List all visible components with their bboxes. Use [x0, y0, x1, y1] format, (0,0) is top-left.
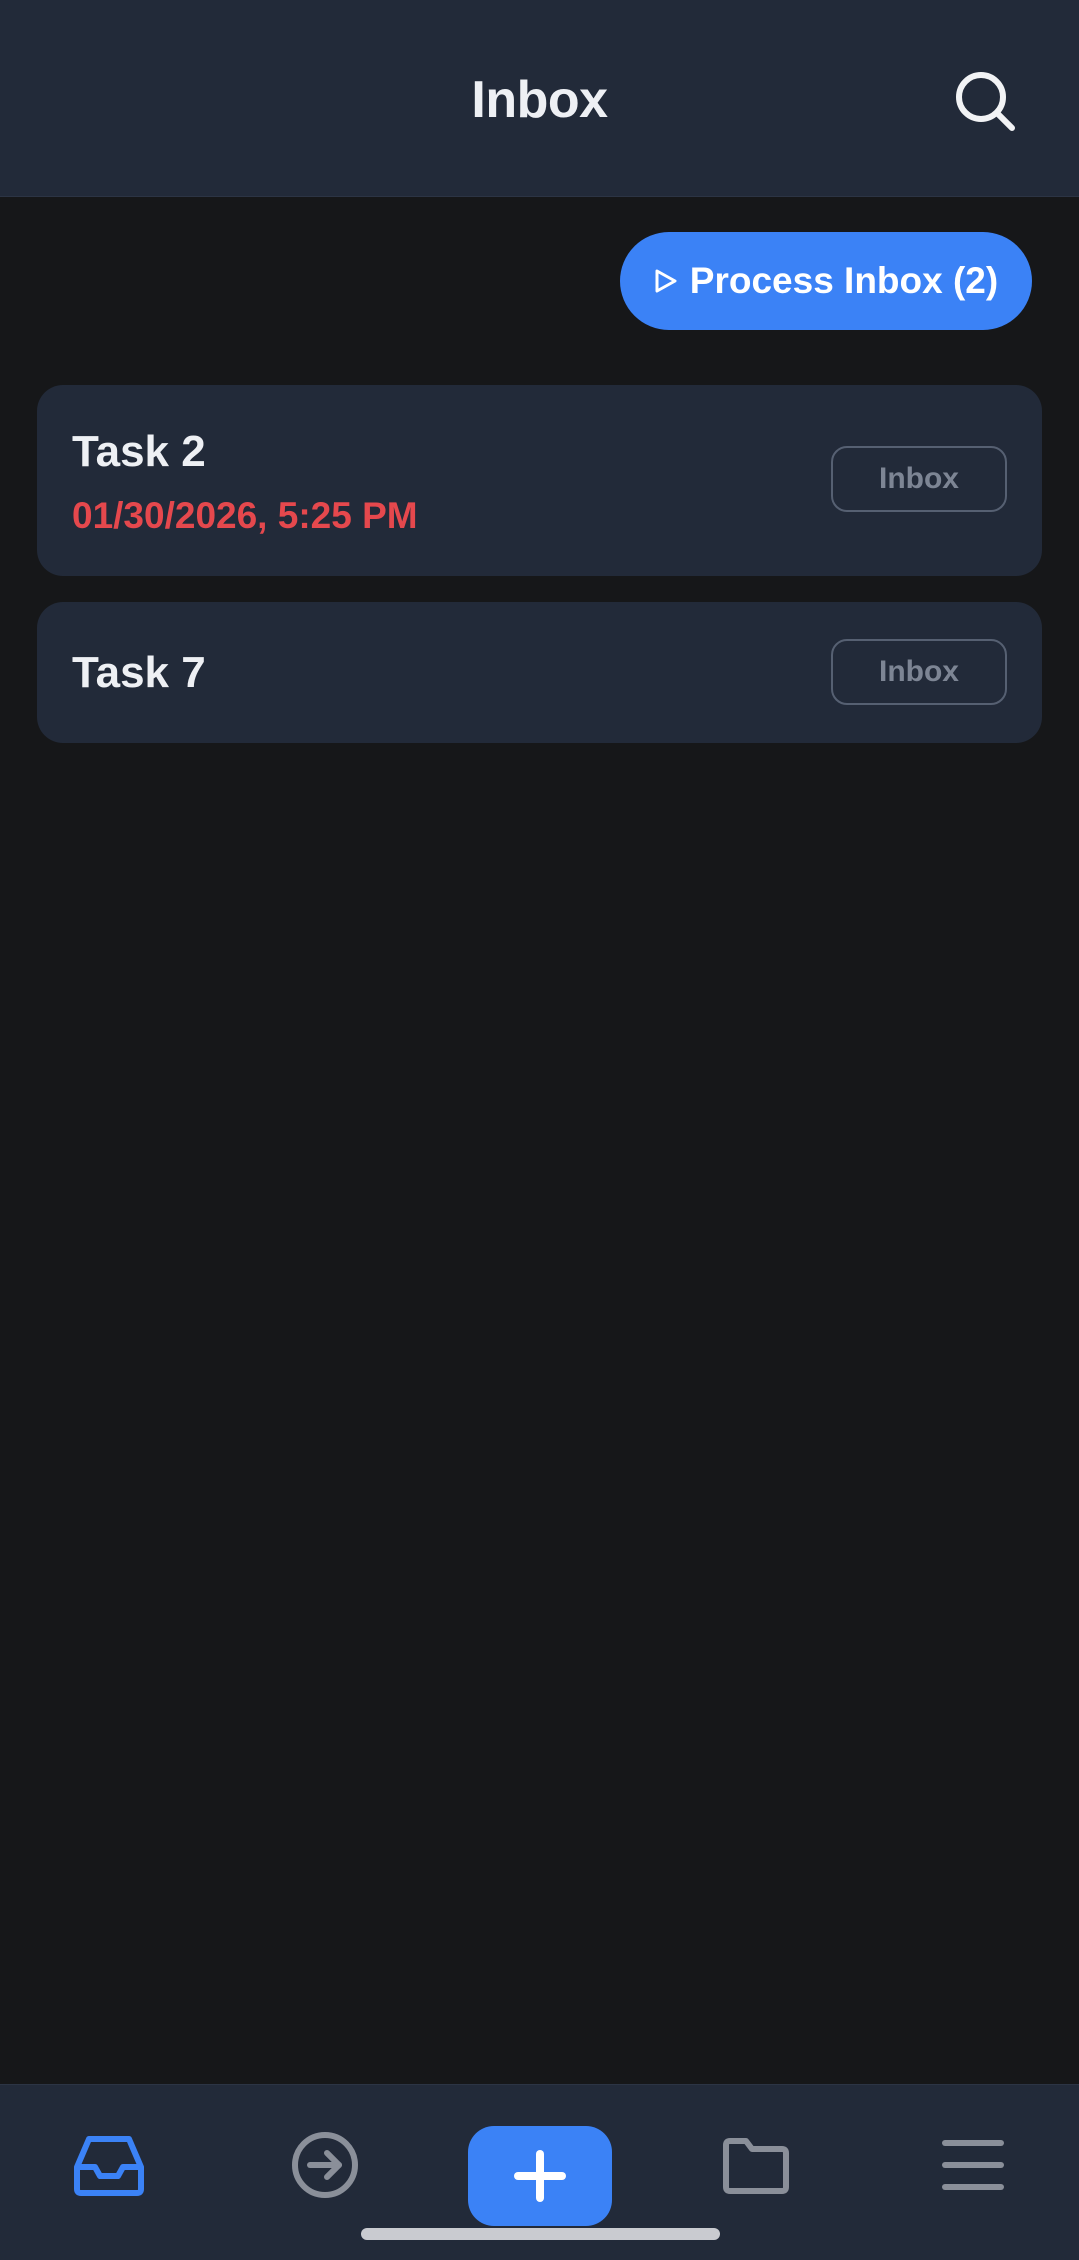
search-button[interactable]: [950, 66, 1020, 136]
page-title: Inbox: [471, 71, 608, 129]
plus-icon: [514, 2150, 566, 2202]
folder-icon: [723, 2138, 789, 2194]
nav-inbox[interactable]: [69, 2125, 149, 2205]
task-card[interactable]: Task 2 01/30/2026, 5:25 PM Inbox: [37, 385, 1042, 576]
task-title: Task 2: [72, 427, 206, 476]
search-icon: [956, 72, 1015, 131]
nav-menu[interactable]: [933, 2125, 1013, 2205]
menu-icon: [942, 2140, 1004, 2190]
top-bar: Inbox: [0, 0, 1079, 197]
context-tag[interactable]: Inbox: [831, 446, 1007, 512]
play-icon: [655, 269, 677, 293]
process-inbox-label: Process Inbox (2): [689, 260, 999, 301]
task-due-date: 01/30/2026, 5:25 PM: [72, 495, 418, 536]
nav-projects[interactable]: [716, 2125, 796, 2205]
task-title: Task 7: [72, 648, 206, 697]
home-indicator: [361, 2228, 720, 2240]
inbox-tray-icon: [74, 2136, 144, 2196]
task-card[interactable]: Task 7 Inbox: [37, 602, 1042, 743]
nav-next-actions[interactable]: [285, 2125, 365, 2205]
add-task-button[interactable]: [468, 2126, 612, 2226]
arrow-right-circle-icon: [292, 2132, 358, 2198]
context-tag[interactable]: Inbox: [831, 639, 1007, 705]
process-inbox-button[interactable]: Process Inbox (2): [620, 232, 1032, 330]
